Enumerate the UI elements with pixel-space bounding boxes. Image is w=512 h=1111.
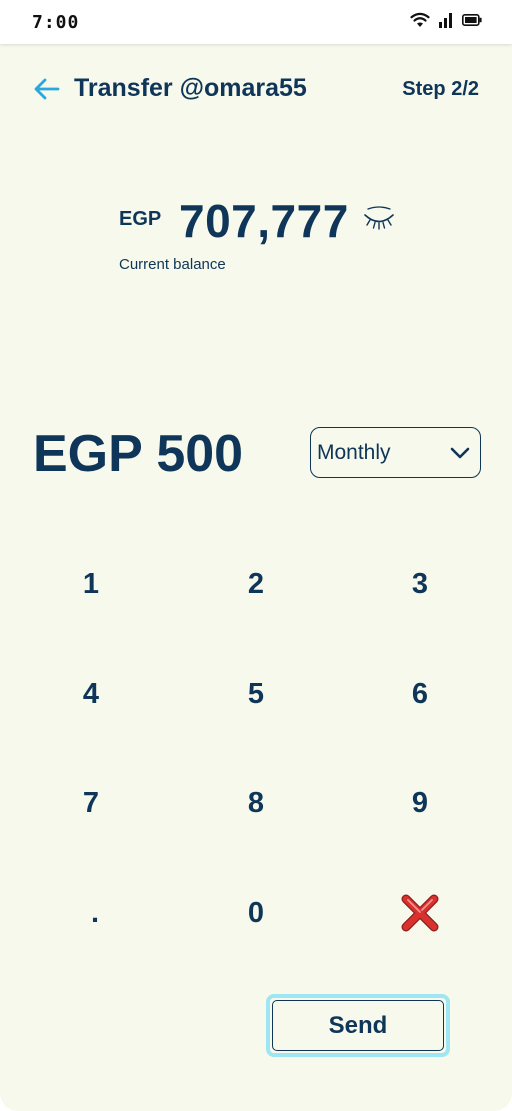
key-decimal[interactable]: . (35, 868, 155, 958)
key-1[interactable]: 1 (31, 539, 151, 629)
toggle-balance-visibility-button[interactable] (362, 206, 396, 234)
status-bar: 7:00 (0, 0, 512, 44)
step-indicator: Step 2/2 (402, 78, 479, 100)
key-3[interactable]: 3 (360, 539, 480, 629)
key-7[interactable]: 7 (31, 758, 151, 848)
header: Transfer @omara55 Step 2/2 (0, 44, 512, 134)
chevron-down-icon (450, 447, 470, 458)
status-icons (410, 12, 482, 33)
red-x-icon (401, 894, 439, 932)
balance-currency: EGP (119, 208, 162, 230)
key-2[interactable]: 2 (196, 539, 316, 629)
key-6[interactable]: 6 (360, 649, 480, 739)
send-button-label: Send (328, 1011, 388, 1039)
arrow-left-icon (34, 78, 60, 100)
key-5[interactable]: 5 (196, 649, 316, 739)
send-button[interactable]: Send (266, 994, 450, 1057)
status-time: 7:00 (32, 11, 80, 33)
balance-amount: 707,777 (179, 195, 349, 247)
transfer-screen: Transfer @omara55 Step 2/2 EGP 707,777 C… (0, 44, 512, 1111)
key-delete[interactable] (360, 868, 480, 958)
key-4[interactable]: 4 (31, 649, 151, 739)
frequency-dropdown[interactable]: Monthly (310, 427, 481, 478)
eye-closed-icon (364, 206, 394, 230)
cell-signal-icon (438, 12, 454, 33)
frequency-selected: Monthly (317, 440, 391, 464)
page-title: Transfer @omara55 (74, 74, 307, 102)
balance-label: Current balance (119, 256, 226, 273)
wifi-icon (410, 12, 430, 33)
balance-block: EGP 707,777 Current balance (119, 194, 419, 284)
transfer-amount: EGP 500 (33, 425, 244, 483)
key-8[interactable]: 8 (196, 758, 316, 848)
battery-icon (462, 13, 482, 31)
key-9[interactable]: 9 (360, 758, 480, 848)
key-0[interactable]: 0 (196, 868, 316, 958)
back-button[interactable] (32, 76, 62, 102)
